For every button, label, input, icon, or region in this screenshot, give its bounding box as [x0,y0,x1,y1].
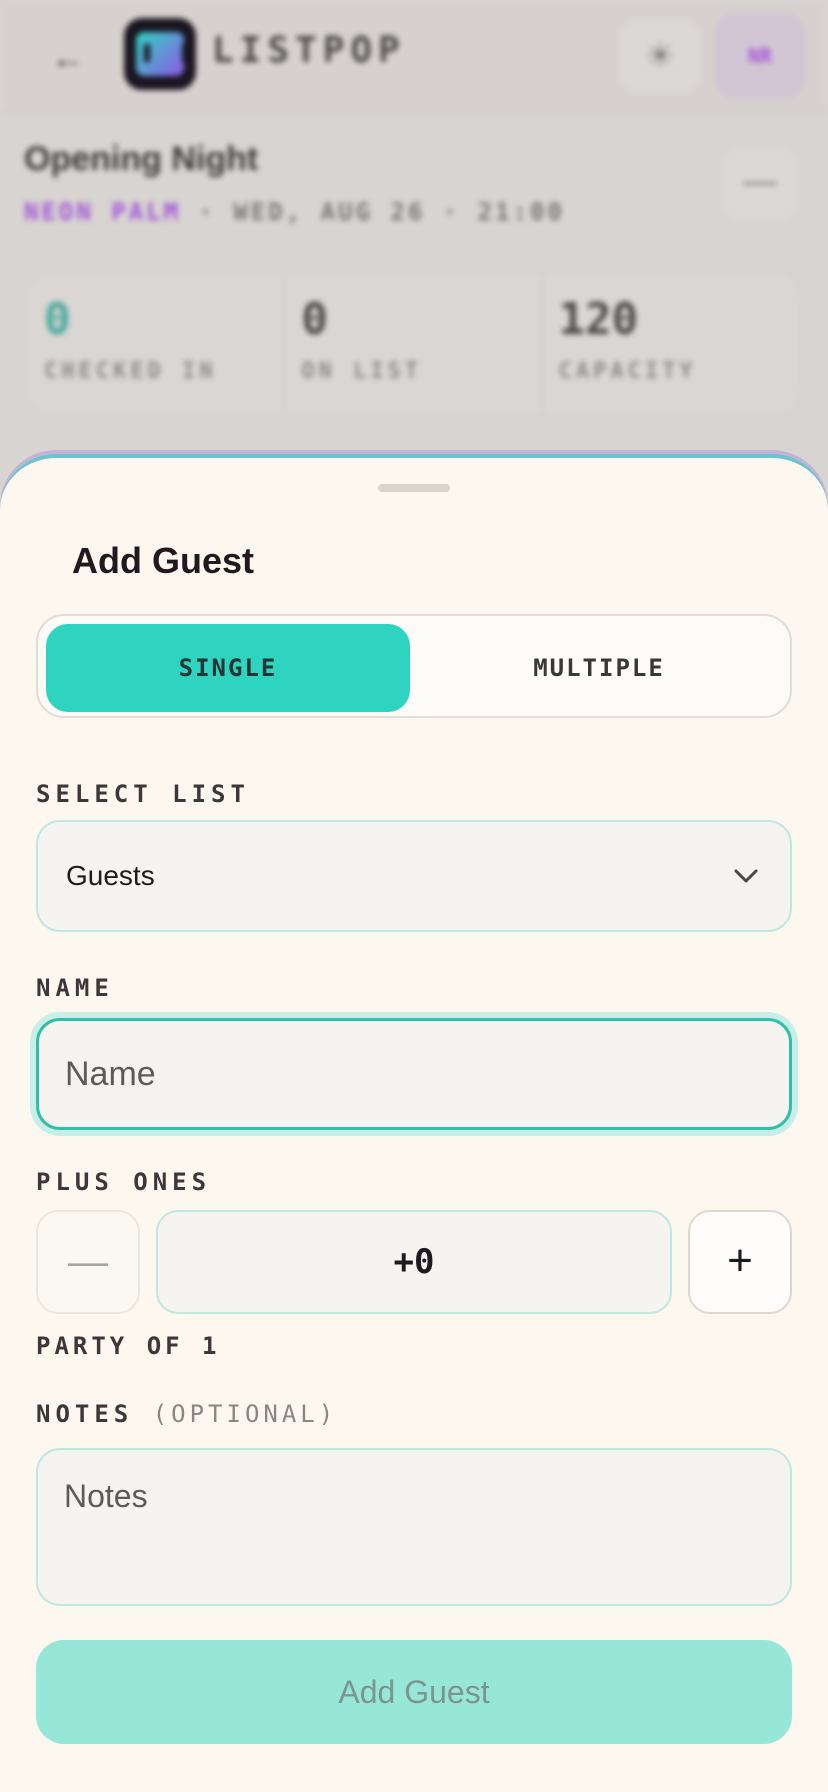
stat-label: ON LIST [301,359,423,384]
chevron-down-icon [734,869,758,883]
decrement-button[interactable]: — [36,1210,140,1314]
stat-value: 0 [44,294,71,345]
event-venue: NEON PALM [24,198,182,226]
name-input[interactable] [36,1018,792,1130]
event-meta: NEON PALM · WED, AUG 26 · 21:00 [24,198,565,226]
notes-label: NOTES (OPTIONAL) [36,1400,337,1428]
stat-checked-in: 0 CHECKED IN [28,274,286,414]
sheet-drag-handle[interactable] [378,484,450,492]
avatar[interactable]: NR [714,12,806,100]
event-title: Opening Night [24,140,259,178]
plus-ones-label: PLUS ONES [36,1168,212,1196]
sheet-title: Add Guest [72,540,255,581]
back-arrow-icon[interactable]: ← [44,34,92,82]
increment-button[interactable]: + [688,1210,792,1314]
mode-toggle: SINGLE MULTIPLE [36,614,792,718]
brand-name: LISTPOP [212,30,406,71]
stat-label: CHECKED IN [44,359,217,384]
stat-capacity: 120 CAPACITY [543,274,798,414]
name-label: NAME [36,974,114,1002]
stats-panel: 0 CHECKED IN 0 ON LIST 120 CAPACITY [28,274,798,414]
stat-on-list: 0 ON LIST [285,274,543,414]
top-bar: ← LISTPOP ☀ NR [0,0,828,112]
notes-textarea[interactable] [36,1448,792,1606]
stat-label: CAPACITY [558,359,697,384]
event-datetime: WED, AUG 26 · 21:00 [233,198,565,226]
sun-icon[interactable]: ☀ [620,18,700,94]
background-app: ← LISTPOP ☀ NR Opening Night NEON PALM ·… [0,0,828,520]
meta-separator: · [181,198,234,226]
list-select[interactable]: Guests [36,820,792,932]
notes-label-text: NOTES [36,1400,134,1428]
plus-ones-value: +0 [156,1210,672,1314]
add-guest-button[interactable]: Add Guest [36,1640,792,1744]
mode-single-button[interactable]: SINGLE [46,624,410,712]
stat-value: 0 [301,294,328,345]
party-size: PARTY OF 1 [36,1332,221,1360]
notes-optional-text: (OPTIONAL) [152,1400,338,1428]
logo-icon [124,18,196,90]
more-icon[interactable]: — [722,148,798,220]
list-select-value: Guests [66,860,155,891]
select-list-label: SELECT LIST [36,780,250,808]
mode-multiple-button[interactable]: MULTIPLE [414,624,784,712]
stat-value: 120 [558,294,639,345]
add-guest-sheet: Add Guest SINGLE MULTIPLE SELECT LIST Gu… [0,454,828,1792]
